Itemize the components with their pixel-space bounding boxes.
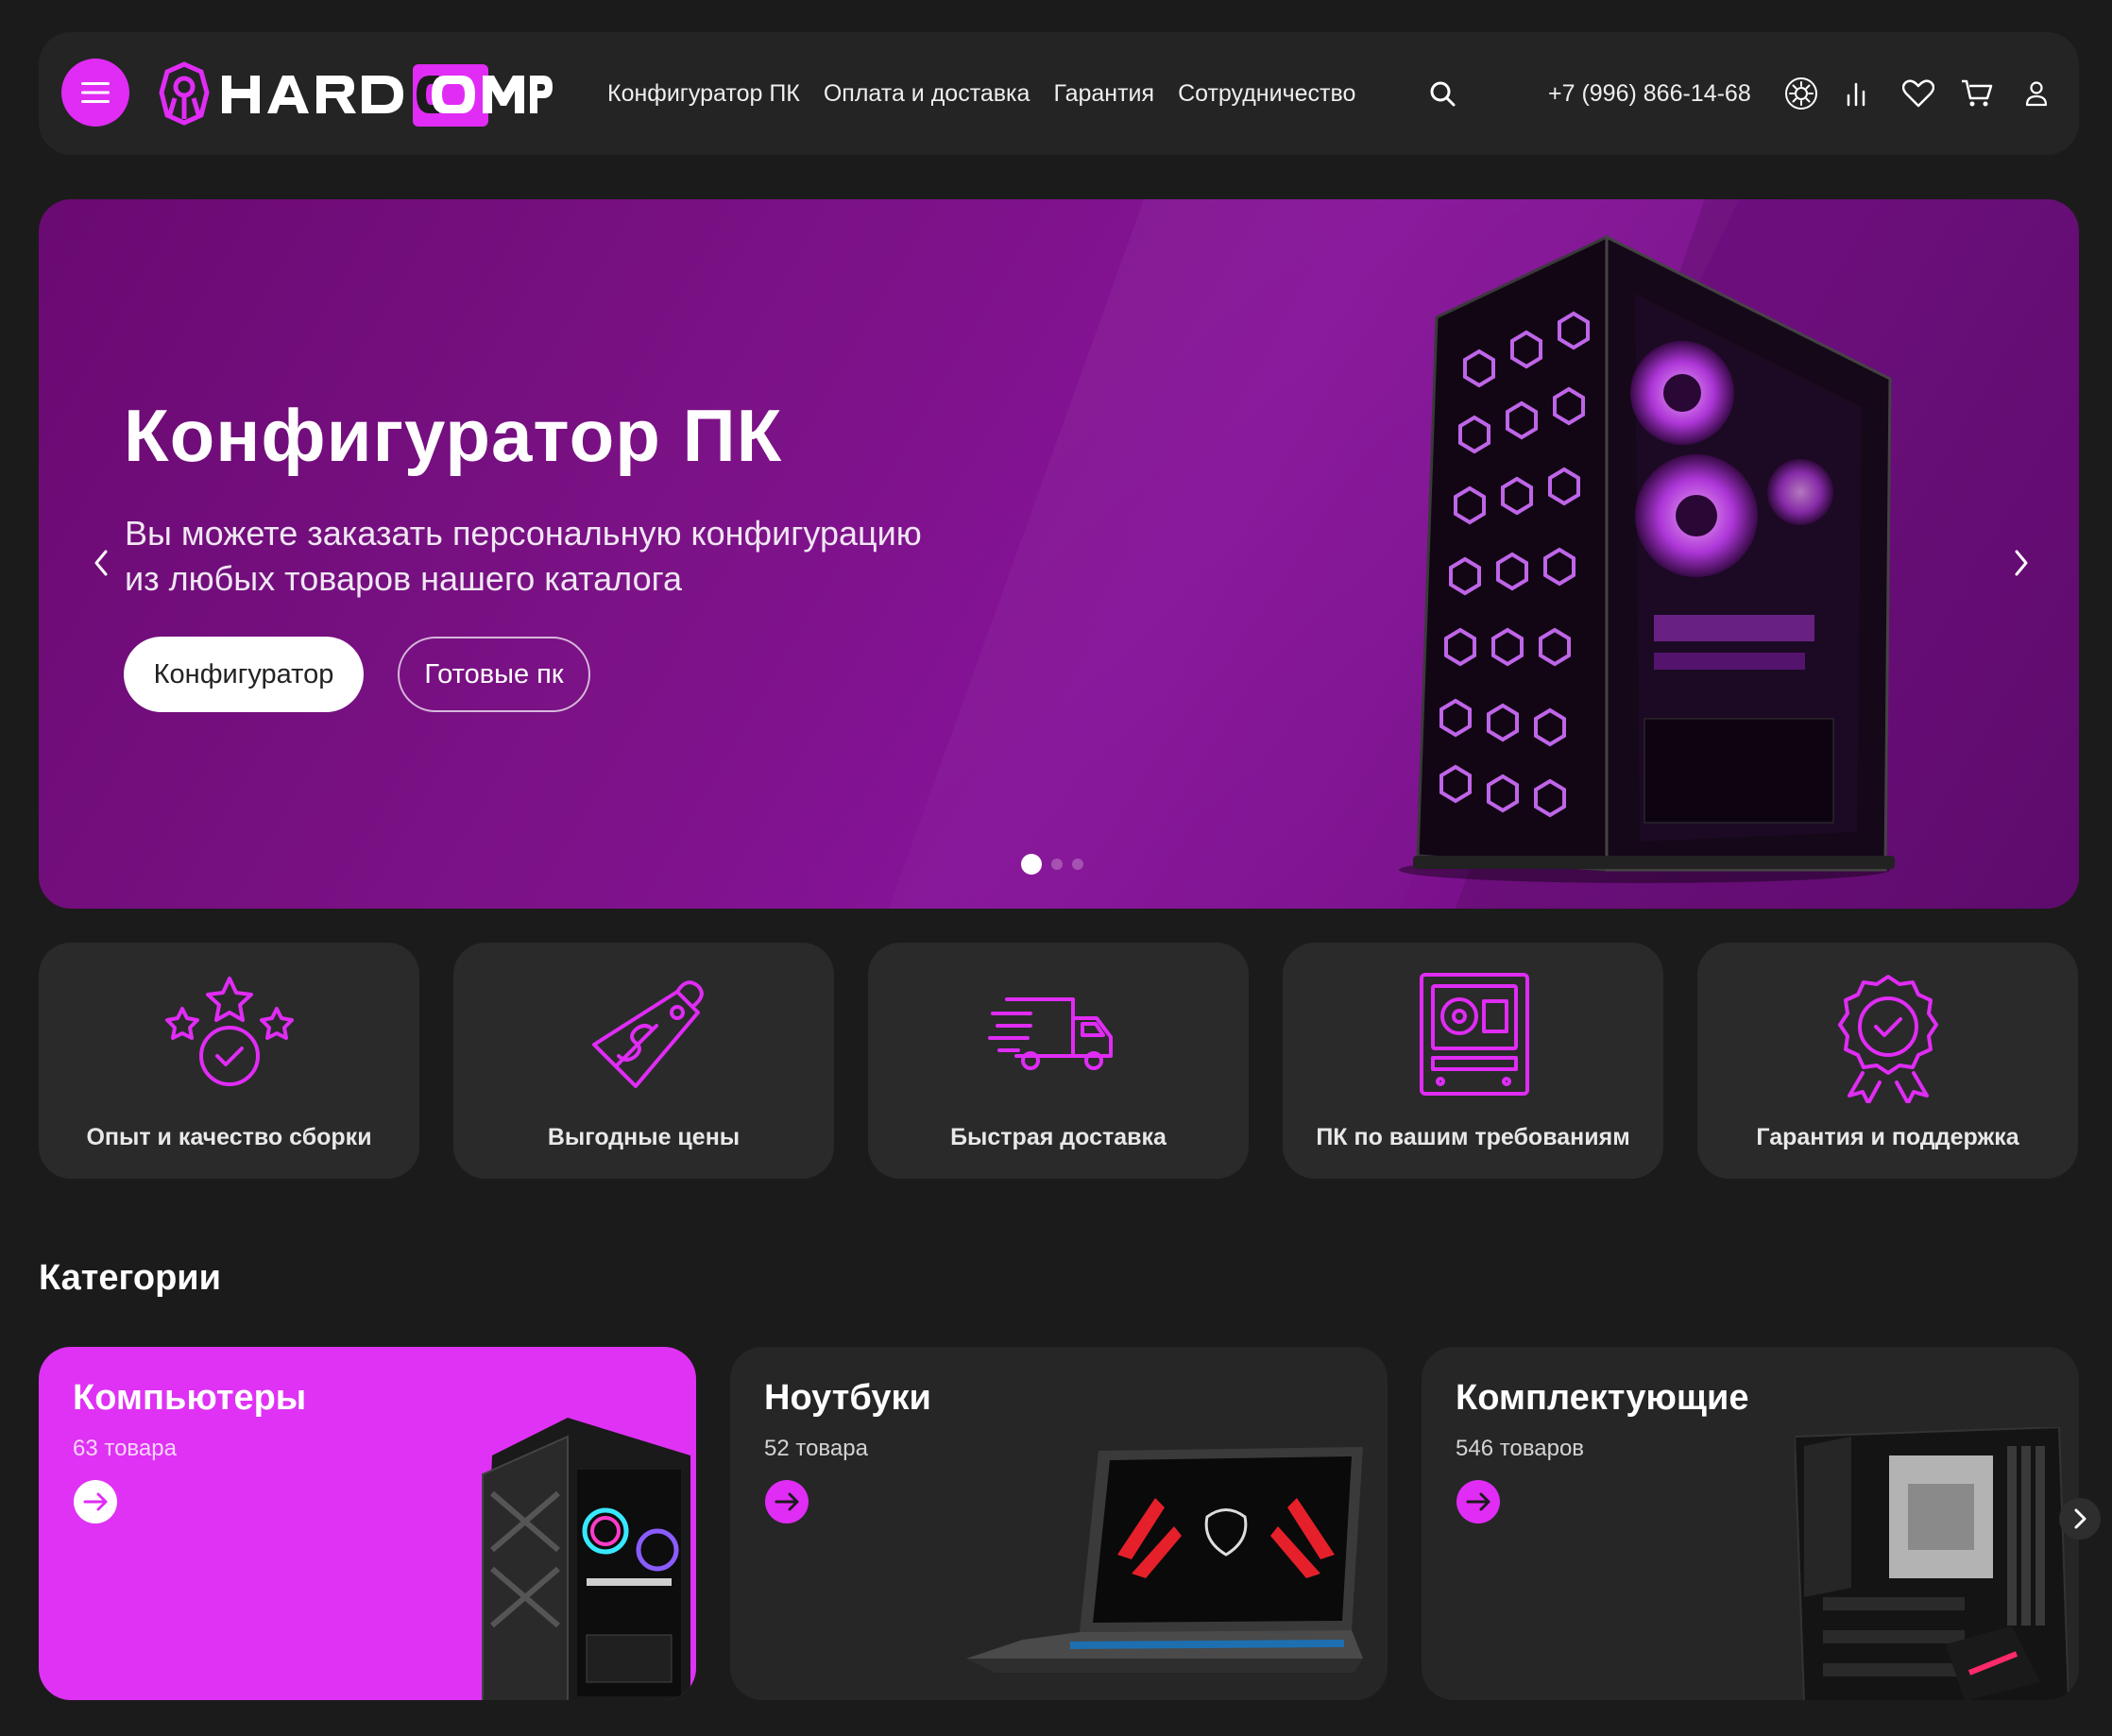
favorites-button[interactable]: [1899, 75, 1937, 112]
hero-subtitle-line: Вы можете заказать персональную конфигур…: [125, 514, 922, 553]
nav-configurator[interactable]: Конфигуратор ПК: [607, 80, 800, 108]
compare-button[interactable]: [1837, 75, 1875, 112]
feature-label: ПК по вашим требованиям: [1316, 1124, 1630, 1150]
feature-label: Опыт и качество сборки: [86, 1124, 372, 1150]
theme-icon: [1785, 77, 1817, 110]
menu-icon: [81, 82, 110, 103]
ready-pcs-button[interactable]: Готовые пк: [398, 637, 590, 712]
category-count: 546 товаров: [1456, 1436, 1585, 1461]
cart-icon: [1962, 79, 1993, 107]
hero-subtitle-line: из любых товаров нашего каталога: [125, 559, 682, 598]
categories-row: Компьютеры 63 товара Ноутбуки 52 товара: [39, 1347, 2079, 1700]
category-count: 52 товара: [764, 1436, 868, 1461]
pc-case-image: [1399, 234, 1895, 883]
cart-button[interactable]: [1958, 75, 1996, 112]
slider-dot[interactable]: [1072, 859, 1083, 870]
phone-number[interactable]: +7 (996) 866-14-68: [1548, 32, 1751, 155]
chevron-right-icon: [2074, 1508, 2086, 1529]
feature-card: Гарантия и поддержка: [1697, 943, 2078, 1179]
feature-card: Опыт и качество сборки: [39, 943, 419, 1179]
chevron-right-icon[interactable]: [2003, 535, 2041, 591]
computer-case-image: [482, 1418, 690, 1700]
laptop-image: [966, 1447, 1363, 1673]
account-button[interactable]: [2018, 75, 2055, 112]
category-card-components[interactable]: Комплектующие 546 товаров: [1422, 1347, 2079, 1700]
slider-dot[interactable]: [1021, 854, 1042, 875]
user-icon: [2025, 81, 2048, 107]
category-card-laptops[interactable]: Ноутбуки 52 товара: [730, 1347, 1388, 1700]
motherboard-image: [1795, 1427, 2069, 1700]
truck-icon: [987, 997, 1113, 1070]
hero-subtitle: Вы можете заказать персональную конфигур…: [125, 511, 1069, 602]
price-tag-icon: [591, 980, 704, 1088]
feature-label: Быстрая доставка: [950, 1124, 1167, 1150]
chevron-left-icon[interactable]: [81, 535, 119, 591]
search-icon: [1430, 81, 1456, 107]
compare-icon: [1847, 82, 1865, 107]
theme-toggle[interactable]: [1782, 75, 1820, 112]
nav-payment-delivery[interactable]: Оплата и доставка: [824, 80, 1030, 108]
site-header: Конфигуратор ПК Оплата и доставка Гарант…: [39, 32, 2079, 155]
feature-card: Выгодные цены: [453, 943, 834, 1179]
stars-check-icon: [164, 977, 294, 1086]
configurator-button[interactable]: Конфигуратор: [124, 637, 364, 712]
feature-label: Выгодные цены: [547, 1124, 741, 1150]
heart-icon: [1902, 79, 1934, 108]
pc-case-icon: [1419, 973, 1529, 1096]
hero-banner: Конфигуратор ПК Вы можете заказать персо…: [39, 199, 2079, 909]
main-nav: Конфигуратор ПК Оплата и доставка Гарант…: [607, 32, 1355, 155]
category-count: 63 товара: [73, 1436, 177, 1461]
arrow-right-circle-icon[interactable]: [1456, 1479, 1501, 1524]
category-name: Ноутбуки: [764, 1378, 931, 1418]
arrow-right-circle-icon[interactable]: [764, 1479, 809, 1524]
slider-dot[interactable]: [1051, 859, 1063, 870]
category-card-computers[interactable]: Компьютеры 63 товара: [39, 1347, 696, 1700]
feature-label: Гарантия и поддержка: [1756, 1124, 2019, 1150]
nav-partnership[interactable]: Сотрудничество: [1178, 80, 1355, 108]
menu-button[interactable]: [61, 59, 129, 127]
badge-check-icon: [1837, 975, 1938, 1103]
search-button[interactable]: [1423, 75, 1461, 112]
site-logo[interactable]: [156, 59, 553, 128]
nav-warranty[interactable]: Гарантия: [1053, 80, 1154, 108]
arrow-right-circle-icon[interactable]: [73, 1479, 118, 1524]
categories-next-button[interactable]: [2059, 1498, 2101, 1540]
feature-card: ПК по вашим требованиям: [1283, 943, 1663, 1179]
slider-dots: [1021, 854, 1083, 875]
features-row: Опыт и качество сборки Выгодные цены Быс…: [39, 943, 2079, 1179]
categories-heading: Категории: [39, 1258, 222, 1298]
hero-title: Конфигуратор ПК: [124, 394, 783, 477]
category-name: Компьютеры: [73, 1378, 307, 1418]
feature-card: Быстрая доставка: [868, 943, 1249, 1179]
category-name: Комплектующие: [1456, 1378, 1749, 1418]
